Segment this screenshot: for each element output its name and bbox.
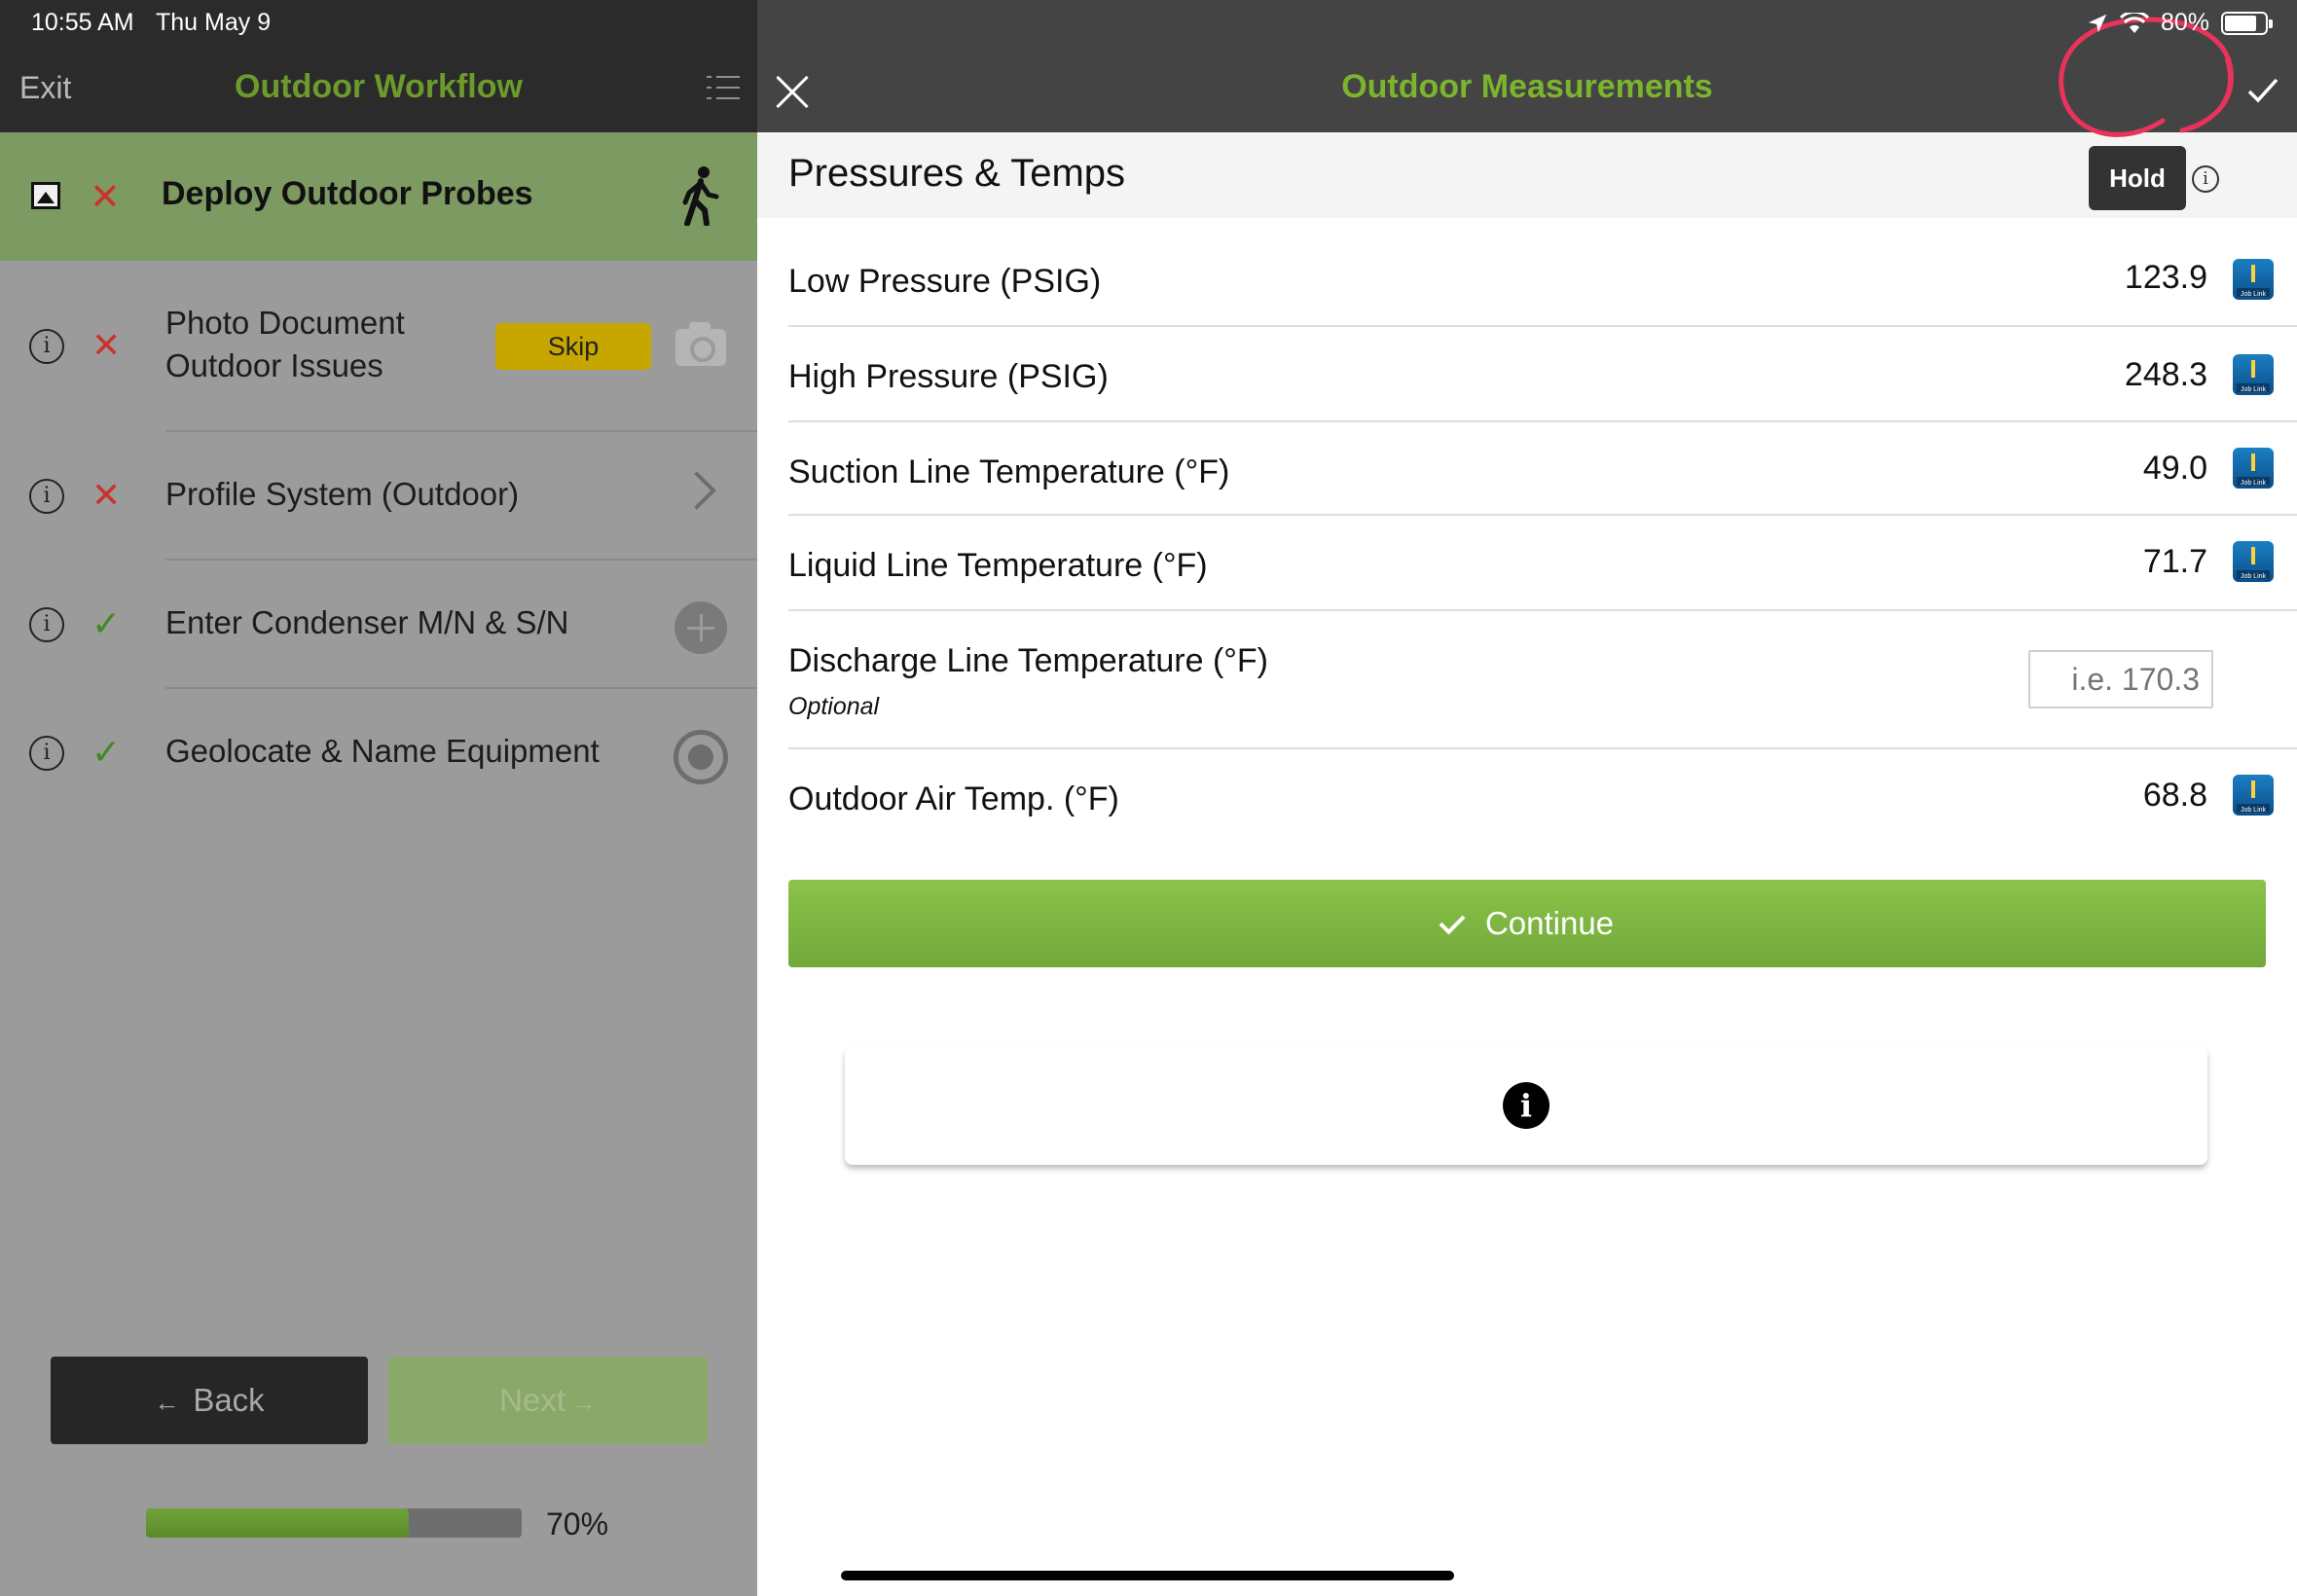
back-button-label: Back xyxy=(193,1382,265,1418)
info-icon[interactable]: i xyxy=(29,479,64,514)
task-geolocate[interactable]: i ✓ Geolocate & Name Equipment xyxy=(0,689,757,817)
incomplete-x-icon: ✕ xyxy=(91,325,122,365)
crosshair-target-icon[interactable] xyxy=(674,730,728,784)
measurement-label: Low Pressure (PSIG) xyxy=(788,263,1102,300)
arrow-left-icon: ← xyxy=(154,1388,180,1417)
next-button[interactable]: Next → xyxy=(388,1357,708,1444)
workflow-pane: Exit Outdoor Workflow ✕ Deploy Outdoor P… xyxy=(0,0,757,1596)
measurement-label: Suction Line Temperature (°F) xyxy=(788,453,1230,490)
back-button[interactable]: ← Back xyxy=(51,1357,368,1444)
measurement-row-suction-line[interactable]: Suction Line Temperature (°F) 49.0 Job L… xyxy=(788,422,2297,516)
discharge-temp-input[interactable] xyxy=(2028,650,2213,708)
measurements-pane: Outdoor Measurements Pressures & Temps H… xyxy=(757,0,2297,1596)
measurement-value[interactable]: 68.8 xyxy=(2143,777,2207,815)
home-indicator[interactable] xyxy=(841,1571,1454,1580)
wifi-icon xyxy=(2119,12,2149,33)
current-step-label: Deploy Outdoor Probes xyxy=(162,175,533,212)
progress-percent: 70% xyxy=(546,1506,609,1542)
job-link-icon[interactable]: Job Link xyxy=(2233,541,2274,582)
info-card[interactable]: i xyxy=(845,1046,2207,1165)
info-icon[interactable]: i xyxy=(29,736,64,771)
measurement-label: High Pressure (PSIG) xyxy=(788,358,1109,395)
job-link-icon[interactable]: Job Link xyxy=(2233,448,2274,489)
incomplete-x-icon: ✕ xyxy=(91,475,122,515)
checkmark-icon[interactable] xyxy=(2246,74,2279,107)
incomplete-x-icon: ✕ xyxy=(90,177,121,218)
job-link-icon[interactable]: Job Link xyxy=(2233,354,2274,395)
measurement-value[interactable]: 123.9 xyxy=(2125,259,2207,297)
measurement-value[interactable]: 71.7 xyxy=(2143,543,2207,581)
measurement-value[interactable]: 248.3 xyxy=(2125,356,2207,394)
measurements-title: Outdoor Measurements xyxy=(1341,68,1713,105)
camera-icon[interactable] xyxy=(675,322,726,366)
job-link-icon[interactable]: Job Link xyxy=(2233,259,2274,300)
job-link-icon[interactable]: Job Link xyxy=(2233,775,2274,816)
measurement-label: Outdoor Air Temp. (°F) xyxy=(788,780,1119,817)
arrow-right-icon: → xyxy=(570,1388,597,1417)
measurement-row-outdoor-air[interactable]: Outdoor Air Temp. (°F) 68.8 Job Link xyxy=(788,749,2297,847)
measurement-value[interactable]: 49.0 xyxy=(2143,450,2207,488)
next-button-label: Next xyxy=(499,1382,565,1418)
complete-check-icon: ✓ xyxy=(91,603,122,643)
walking-person-icon xyxy=(682,166,719,226)
add-circle-icon[interactable] xyxy=(675,601,727,654)
task-label: Enter Condenser M/N & S/N xyxy=(165,604,569,640)
app-screen: 10:55 AM Thu May 9 80% Exit Outdoor Work… xyxy=(0,0,2297,1596)
optional-note: Optional xyxy=(788,693,880,720)
workflow-title: Outdoor Workflow xyxy=(235,68,523,105)
measurement-label: Liquid Line Temperature (°F) xyxy=(788,547,1208,584)
task-profile-system[interactable]: i ✕ Profile System (Outdoor) xyxy=(0,432,757,561)
info-icon[interactable]: i xyxy=(29,329,64,364)
skip-button[interactable]: Skip xyxy=(495,323,651,370)
task-label: Geolocate & Name Equipment xyxy=(165,733,600,769)
progress-fill xyxy=(146,1508,410,1538)
measurement-label: Discharge Line Temperature (°F) xyxy=(788,642,1268,679)
hold-button[interactable]: Hold xyxy=(2089,146,2186,210)
measurement-row-liquid-line[interactable]: Liquid Line Temperature (°F) 71.7 Job Li… xyxy=(788,516,2297,611)
measurement-row-high-pressure[interactable]: High Pressure (PSIG) 248.3 Job Link xyxy=(788,327,2297,422)
section-header: Pressures & Temps Hold i xyxy=(757,132,2297,218)
measurement-row-low-pressure[interactable]: Low Pressure (PSIG) 123.9 Job Link xyxy=(788,218,2297,327)
continue-button[interactable]: Continue xyxy=(788,880,2266,967)
status-time: 10:55 AM xyxy=(31,9,134,36)
task-enter-condenser[interactable]: i ✓ Enter Condenser M/N & S/N xyxy=(0,561,757,689)
current-step[interactable]: ✕ Deploy Outdoor Probes xyxy=(0,132,757,261)
location-icon xyxy=(2088,14,2107,32)
battery-icon xyxy=(2221,11,2273,35)
task-label: Profile System (Outdoor) xyxy=(165,476,520,512)
status-bar: 10:55 AM Thu May 9 80% xyxy=(0,0,2297,45)
info-icon[interactable]: i xyxy=(2192,165,2219,193)
info-icon[interactable]: i xyxy=(29,607,64,642)
list-menu-icon[interactable] xyxy=(707,74,740,101)
battery-percent: 80% xyxy=(2160,9,2209,36)
continue-label: Continue xyxy=(1484,905,1615,941)
task-label: Photo Document Outdoor Issues xyxy=(165,305,405,383)
status-date: Thu May 9 xyxy=(156,9,272,36)
image-icon xyxy=(31,182,60,209)
workflow-progress-bar xyxy=(146,1508,522,1538)
checkmark-icon xyxy=(1439,908,1466,935)
status-indicators: 80% xyxy=(2087,9,2273,37)
info-icon[interactable]: i xyxy=(1503,1082,1550,1129)
section-title: Pressures & Temps xyxy=(788,152,1126,195)
complete-check-icon: ✓ xyxy=(91,732,122,772)
